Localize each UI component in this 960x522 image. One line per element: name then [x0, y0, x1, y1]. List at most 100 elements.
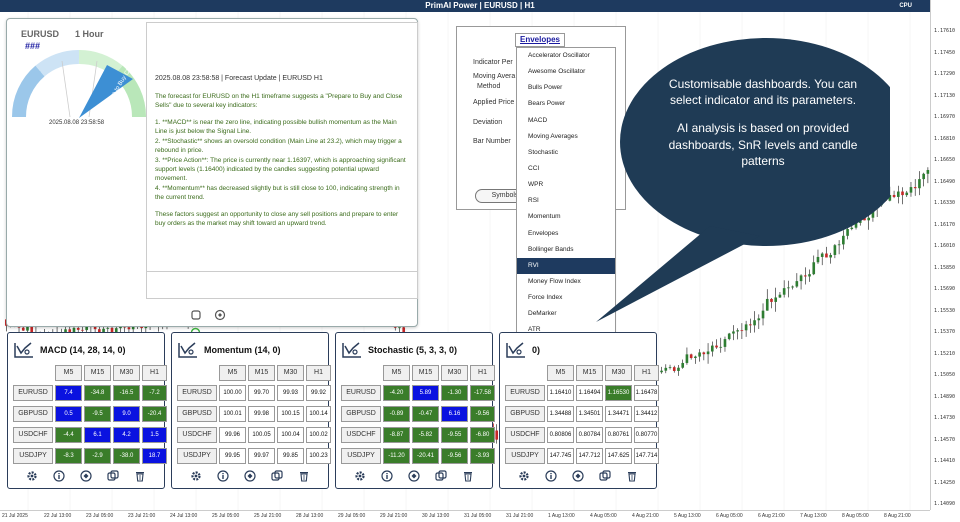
indicator-select[interactable]: Envelopes: [515, 33, 565, 47]
info-icon[interactable]: [217, 469, 229, 482]
info-icon[interactable]: [381, 469, 393, 482]
indicator-value-cell: -34.8: [84, 385, 111, 401]
refresh-icon[interactable]: [80, 469, 92, 482]
timeframe-header[interactable]: M30: [441, 365, 468, 381]
symbol-button[interactable]: EURUSD: [341, 385, 381, 401]
symbol-button[interactable]: GBPUSD: [505, 406, 545, 422]
dashboard-header: Momentum (14, 0): [176, 337, 326, 361]
forecast-text-area[interactable]: 2025.08.08 23:58:58 | Forecast Update | …: [146, 22, 418, 299]
indicator-value-cell: 1.34412: [634, 406, 659, 422]
refresh-icon[interactable]: [244, 469, 256, 482]
timeframe-header[interactable]: H1: [142, 365, 167, 381]
candle-body: [664, 367, 668, 371]
indicator-value-cell: -4.20: [383, 385, 410, 401]
dashboard-header: 0): [504, 337, 654, 361]
symbol-button[interactable]: EURUSD: [505, 385, 545, 401]
forecast-input-field[interactable]: [146, 271, 418, 299]
timeframe-header[interactable]: M15: [576, 365, 603, 381]
dashboard-header: MACD (14, 28, 14, 0): [12, 337, 162, 361]
symbol-button[interactable]: EURUSD: [13, 385, 53, 401]
indicator-value-cell: -6.80: [470, 427, 495, 443]
gauge-date: 2025.08.08 23:58:58: [49, 120, 105, 126]
timeframe-header[interactable]: H1: [634, 365, 659, 381]
indicator-chart-icon[interactable]: [178, 340, 198, 358]
trash-icon[interactable]: [462, 469, 474, 482]
symbol-button[interactable]: USDCHF: [13, 427, 53, 443]
price-tick-label: 1.17290: [934, 71, 956, 77]
timeframe-header[interactable]: M5: [547, 365, 574, 381]
timeframe-header[interactable]: M15: [248, 365, 275, 381]
candle-body: [76, 327, 80, 330]
setting-label: Moving Avera: [473, 73, 516, 80]
candle-body: [740, 330, 744, 332]
price-tick-label: 1.15690: [934, 286, 956, 292]
indicator-chart-icon[interactable]: [14, 340, 34, 358]
trash-icon[interactable]: [626, 469, 638, 482]
candle-body: [127, 327, 131, 330]
indicator-value-cell: 147.625: [605, 448, 632, 464]
timeframe-header[interactable]: M5: [219, 365, 246, 381]
candle-body: [732, 331, 735, 334]
indicator-chart-icon[interactable]: [506, 340, 526, 358]
symbol-button[interactable]: USDCHF: [177, 427, 217, 443]
price-tick-label: 1.16330: [934, 200, 956, 206]
price-tick-label: 1.14730: [934, 415, 956, 421]
timeframe-header[interactable]: M15: [412, 365, 439, 381]
indicator-value-cell: 0.80784: [576, 427, 603, 443]
indicator-value-cell: -9.5: [84, 406, 111, 422]
settings-icon[interactable]: [518, 469, 530, 481]
signal-gauge: Prepare to Buy Close Sells: [11, 48, 147, 118]
indicator-value-cell: -20.41: [412, 448, 439, 464]
symbol-button[interactable]: USDJPY: [341, 448, 381, 464]
settings-icon[interactable]: [190, 469, 202, 481]
info-icon[interactable]: [545, 469, 557, 482]
trash-icon[interactable]: [298, 469, 310, 482]
symbol-button[interactable]: USDCHF: [505, 427, 545, 443]
candle-body: [681, 362, 685, 368]
trash-icon[interactable]: [134, 469, 146, 482]
symbol-button[interactable]: EURUSD: [177, 385, 217, 401]
timeframe-header[interactable]: M30: [605, 365, 632, 381]
settings-icon[interactable]: [26, 469, 38, 481]
indicator-value-cell: 99.96: [219, 427, 246, 443]
symbol-button[interactable]: GBPUSD: [341, 406, 381, 422]
symbol-button[interactable]: USDJPY: [13, 448, 53, 464]
time-tick-label: 25 Jul 05:00: [212, 513, 240, 519]
symbol-button[interactable]: USDJPY: [177, 448, 217, 464]
timeframe-header[interactable]: H1: [306, 365, 331, 381]
indicator-value-cell: -9.56: [470, 406, 495, 422]
forecast-conclusion: These factors suggest an opportunity to …: [155, 210, 399, 228]
indicator-chart-icon[interactable]: [342, 340, 362, 358]
copy-icon[interactable]: [107, 469, 119, 481]
settings-icon[interactable]: [354, 469, 366, 481]
refresh-icon[interactable]: [408, 469, 420, 482]
indicator-value-cell: -0.89: [383, 406, 410, 422]
time-tick-label: 22 Jul 13:00: [44, 513, 72, 519]
timeframe-header[interactable]: M30: [113, 365, 140, 381]
dashboard-title: Stochastic (5, 3, 3, 0): [368, 345, 458, 355]
info-icon[interactable]: [53, 469, 65, 482]
time-tick-label: 6 Aug 21:00: [758, 513, 785, 519]
symbol-button[interactable]: GBPUSD: [177, 406, 217, 422]
copy-icon[interactable]: [271, 469, 283, 481]
candle-body: [913, 187, 917, 189]
copy-icon[interactable]: [435, 469, 447, 481]
refresh-icon[interactable]: [572, 469, 584, 482]
refresh-icon[interactable]: [214, 308, 226, 321]
timeframe-header[interactable]: M15: [84, 365, 111, 381]
symbol-button[interactable]: USDCHF: [341, 427, 381, 443]
timeframe-header[interactable]: M30: [277, 365, 304, 381]
timeframe-header[interactable]: H1: [470, 365, 495, 381]
indicator-value-cell: 100.00: [219, 385, 246, 401]
candle-body: [715, 345, 718, 348]
symbol-button[interactable]: GBPUSD: [13, 406, 53, 422]
chat-icon[interactable]: [190, 308, 202, 320]
indicator-value-cell: 100.01: [219, 406, 246, 422]
symbol-button[interactable]: USDJPY: [505, 448, 545, 464]
time-tick-label: 6 Aug 05:00: [716, 513, 743, 519]
timeframe-header[interactable]: M5: [55, 365, 82, 381]
copy-icon[interactable]: [599, 469, 611, 481]
timeframe-header[interactable]: M5: [383, 365, 410, 381]
candle-body: [727, 333, 731, 340]
candle-body: [26, 326, 29, 331]
